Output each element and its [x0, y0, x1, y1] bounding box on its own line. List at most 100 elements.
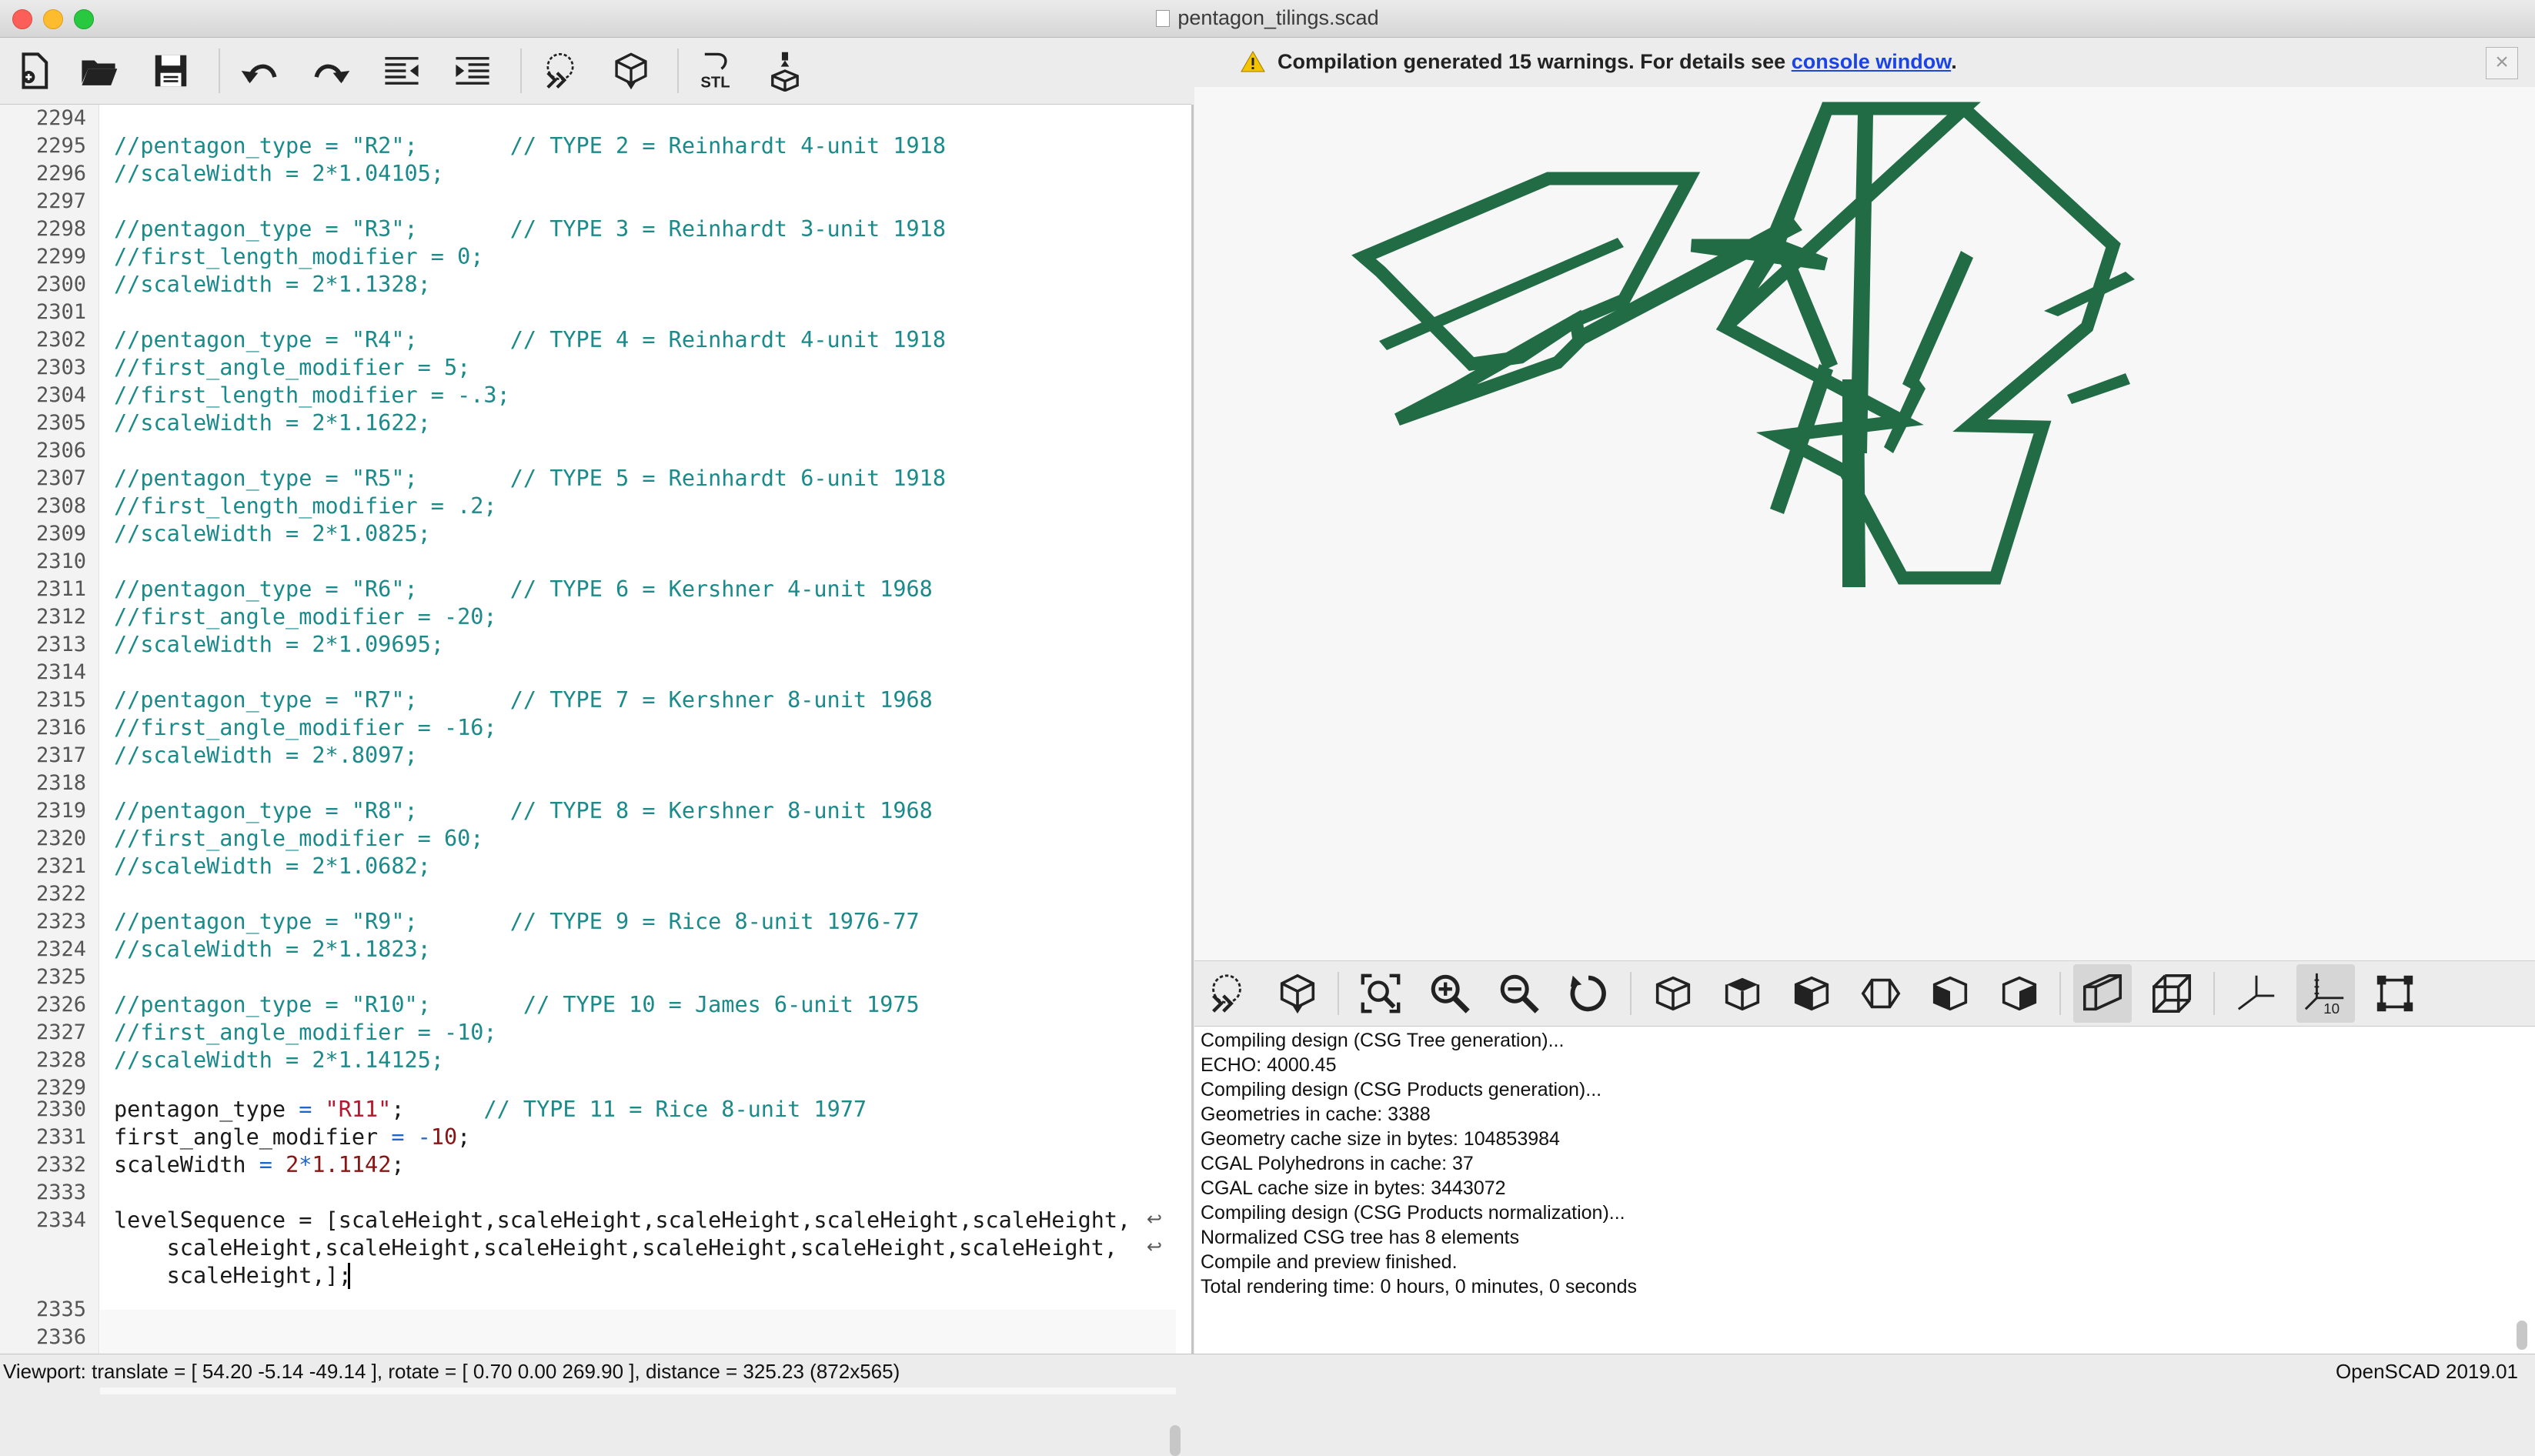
line-number: 2316: [35, 716, 86, 740]
code-line[interactable]: //pentagon_type = "R2"; // TYPE 2 = Rein…: [114, 132, 946, 160]
code-line[interactable]: //scaleWidth = 2*1.09695;: [114, 631, 444, 659]
wrap-marker-icon: ↩: [1147, 1208, 1163, 1230]
view-front-button[interactable]: [1921, 964, 1979, 1023]
redo-button[interactable]: [303, 38, 359, 104]
zoom-in-button[interactable]: [1421, 964, 1479, 1023]
render-button[interactable]: [603, 38, 659, 104]
code-line[interactable]: //scaleWidth = 2*1.14125;: [114, 1047, 444, 1074]
save-file-button[interactable]: [143, 38, 199, 104]
code-line[interactable]: //scaleWidth = 2*1.1622;: [114, 409, 431, 437]
new-file-button[interactable]: [6, 38, 62, 104]
show-axes-button[interactable]: [2227, 964, 2286, 1023]
perspective-button[interactable]: [2073, 964, 2132, 1023]
code-line[interactable]: //first_length_modifier = -.3;: [114, 382, 510, 409]
orthogonal-button[interactable]: [2143, 964, 2201, 1023]
line-number: 2315: [35, 688, 86, 712]
line-number: 2326: [35, 993, 86, 1017]
code-editor[interactable]: 2330 pentagon_type = "R11"; // TYPE 11 =…: [0, 105, 1194, 1456]
code-line[interactable]: //first_angle_modifier = 5;: [114, 354, 470, 382]
line-number: 2303: [35, 356, 86, 379]
save-icon: [155, 55, 187, 87]
3d-viewport[interactable]: [1194, 87, 2535, 960]
render-icon: [615, 52, 647, 90]
code-line-2334-row1[interactable]: levelSequence = [scaleHeight,scaleHeight…: [114, 1207, 1131, 1234]
viewport-toolbar: 10: [1194, 960, 2535, 1026]
code-line-2331[interactable]: first_angle_modifier = -10;: [114, 1124, 470, 1151]
code-line-2332[interactable]: scaleWidth = 2*1.1142;: [114, 1151, 405, 1179]
undo-button[interactable]: [232, 38, 288, 104]
show-scale-markers-button[interactable]: 10: [2296, 964, 2355, 1023]
console-window-link[interactable]: console window: [1792, 50, 1952, 73]
code-line[interactable]: //pentagon_type = "R8"; // TYPE 8 = Kers…: [114, 797, 933, 825]
close-warning-button[interactable]: ×: [2486, 47, 2518, 79]
line-number: 2313: [35, 633, 86, 656]
code-line-2334-row3[interactable]: scaleHeight,];: [114, 1262, 352, 1290]
line-number: 2301: [35, 300, 86, 324]
unindent-button[interactable]: [374, 38, 429, 104]
line-number: 2311: [35, 577, 86, 601]
new-file-icon: [22, 52, 48, 89]
export-stl-button[interactable]: STL: [690, 38, 745, 104]
viewport-status: Viewport: translate = [ 54.20 -5.14 -49.…: [3, 1360, 900, 1383]
undo-icon: [241, 64, 277, 84]
code-line[interactable]: //first_angle_modifier = 60;: [114, 825, 483, 853]
status-bar: Viewport: translate = [ 54.20 -5.14 -49.…: [0, 1354, 2535, 1388]
preview-icon: [546, 53, 574, 89]
line-number: 2321: [35, 854, 86, 878]
code-line[interactable]: //pentagon_type = "R10"; // TYPE 10 = Ja…: [114, 991, 920, 1019]
preview-button[interactable]: [533, 38, 588, 104]
view-left-icon: [1861, 978, 1901, 1009]
console-scrollbar[interactable]: [2517, 1321, 2527, 1350]
text-cursor: [348, 1263, 350, 1289]
code-line[interactable]: //scaleWidth = 2*1.0682;: [114, 853, 431, 880]
line-number: 2327: [35, 1020, 86, 1044]
view-back-button[interactable]: [1990, 964, 2049, 1023]
editor-scrollbar[interactable]: [1170, 1425, 1181, 1456]
line-number: 2304: [35, 383, 86, 407]
wrap-marker-icon: ↩: [1147, 1236, 1163, 1257]
code-line[interactable]: //pentagon_type = "R5"; // TYPE 5 = Rein…: [114, 465, 946, 493]
send-to-print-button[interactable]: [757, 38, 813, 104]
view-right-button[interactable]: [1644, 964, 1702, 1023]
console-line: Normalized CSG tree has 8 elements: [1201, 1227, 1520, 1248]
code-line[interactable]: //scaleWidth = 2*1.04105;: [114, 160, 444, 188]
code-line-2334-row2[interactable]: scaleHeight,scaleHeight,scaleHeight,scal…: [114, 1234, 1117, 1262]
line-number: 2312: [35, 605, 86, 629]
preview-button[interactable]: [1197, 964, 1256, 1023]
line-number: 2329: [35, 1076, 86, 1100]
code-line[interactable]: //pentagon_type = "R9"; // TYPE 9 = Rice…: [114, 908, 920, 936]
code-line[interactable]: //pentagon_type = "R7"; // TYPE 7 = Kers…: [114, 686, 933, 714]
code-line[interactable]: //first_angle_modifier = -20;: [114, 603, 497, 631]
code-line[interactable]: //first_angle_modifier = -16;: [114, 714, 497, 742]
code-line[interactable]: //pentagon_type = "R3"; // TYPE 3 = Rein…: [114, 215, 946, 243]
line-number: 2318: [35, 771, 86, 795]
render-button[interactable]: [1268, 964, 1327, 1023]
show-edges-button[interactable]: [2366, 964, 2424, 1023]
reset-view-button[interactable]: [1559, 964, 1618, 1023]
code-line[interactable]: //scaleWidth = 2*1.1328;: [114, 271, 431, 299]
edges-icon: [2376, 975, 2413, 1012]
editor-toolbar: STL: [0, 38, 1191, 105]
indent-button[interactable]: [445, 38, 500, 104]
code-line[interactable]: //first_length_modifier = 0;: [114, 243, 483, 271]
code-line[interactable]: //scaleWidth = 2*1.1823;: [114, 936, 431, 963]
line-number: 2306: [35, 439, 86, 463]
line-number: 2305: [35, 411, 86, 435]
open-file-button[interactable]: [71, 38, 126, 104]
line-number: 2331: [35, 1125, 86, 1149]
code-line[interactable]: //first_angle_modifier = -10;: [114, 1019, 497, 1047]
code-line[interactable]: //first_length_modifier = .2;: [114, 493, 497, 520]
line-number: 2333: [35, 1180, 86, 1204]
view-top-button[interactable]: [1713, 964, 1772, 1023]
line-number: 2334: [35, 1208, 86, 1232]
zoom-out-button[interactable]: [1490, 964, 1548, 1023]
code-line[interactable]: //scaleWidth = 2*.8097;: [114, 742, 418, 770]
code-line[interactable]: //pentagon_type = "R4"; // TYPE 4 = Rein…: [114, 326, 946, 354]
console-output[interactable]: Compiling design (CSG Tree generation)..…: [1194, 1026, 2535, 1354]
view-bottom-button[interactable]: [1782, 964, 1841, 1023]
code-line[interactable]: //pentagon_type = "R6"; // TYPE 6 = Kers…: [114, 576, 933, 603]
code-line[interactable]: //scaleWidth = 2*1.0825;: [114, 520, 431, 548]
view-left-button[interactable]: [1852, 964, 1910, 1023]
view-all-button[interactable]: [1351, 964, 1410, 1023]
code-line-2330[interactable]: pentagon_type = "R11"; // TYPE 11 = Rice…: [114, 1096, 867, 1124]
